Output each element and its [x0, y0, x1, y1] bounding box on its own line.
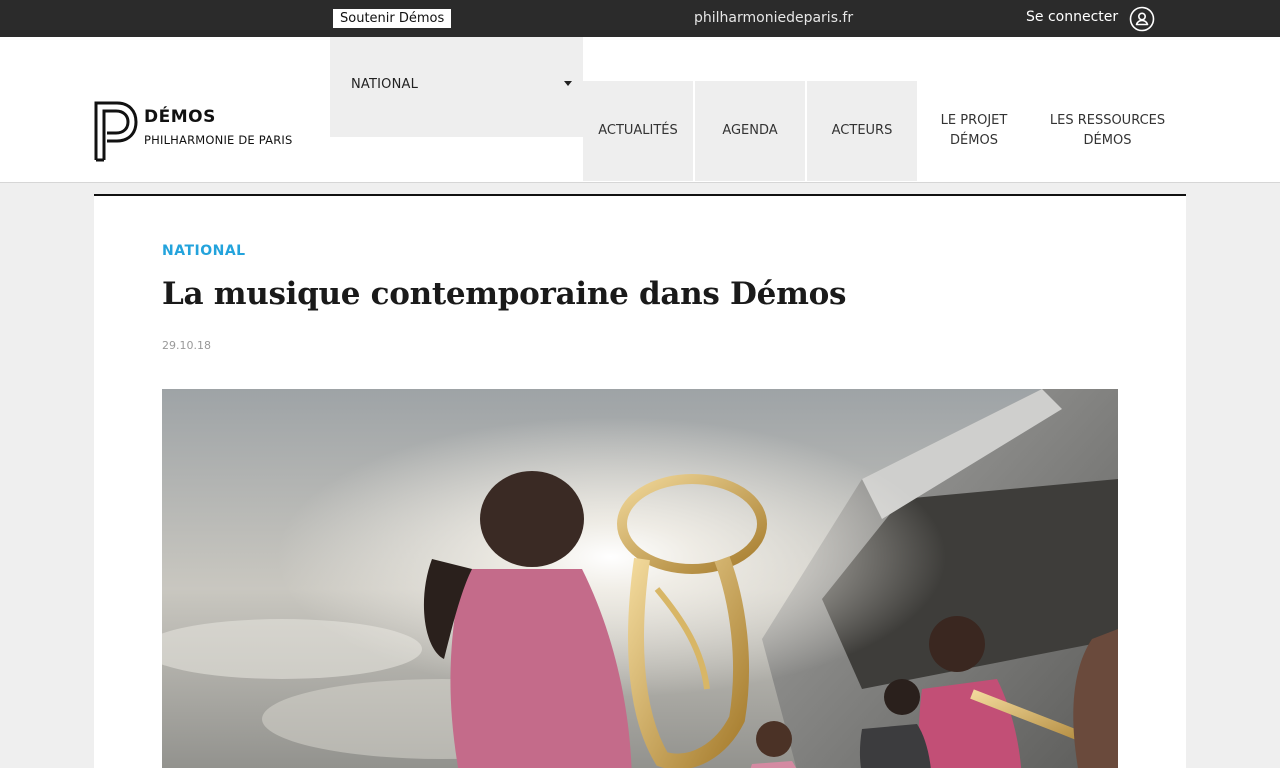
demos-logo[interactable]: DÉMOS PHILHARMONIE DE PARIS [93, 100, 313, 162]
support-demos-button[interactable]: Soutenir Démos [333, 9, 452, 28]
nav-item-label: LES RESSOURCES DÉMOS [1049, 113, 1166, 148]
article-hero-image [162, 389, 1118, 768]
nav-item-le-projet-demos[interactable]: LE PROJET DÉMOS [918, 81, 1030, 181]
nav-item-label: ACTEURS [831, 123, 893, 138]
region-selected-label: NATIONAL [351, 77, 419, 92]
article-title: La musique contemporaine dans Démos [162, 276, 847, 312]
philharmonie-site-link[interactable]: philharmoniedeparis.fr [694, 9, 853, 28]
caret-down-icon [564, 81, 572, 86]
nav-item-acteurs[interactable]: ACTEURS [807, 81, 917, 181]
philharmonie-p-logo-icon [94, 101, 138, 162]
login-link[interactable]: Se connecter [1026, 8, 1118, 27]
nav-item-label: LE PROJET DÉMOS [940, 113, 1008, 148]
article-category[interactable]: NATIONAL [162, 243, 246, 259]
nav-item-agenda[interactable]: AGENDA [695, 81, 805, 181]
nav-item-actualites[interactable]: ACTUALITÉS [583, 81, 693, 181]
top-bar: Soutenir Démos philharmoniedeparis.fr Se… [0, 0, 1280, 37]
region-dropdown[interactable]: NATIONAL [330, 37, 583, 137]
article-date: 29.10.18 [162, 339, 211, 352]
user-circle-icon[interactable] [1129, 6, 1155, 32]
nav-item-les-ressources-demos[interactable]: LES RESSOURCES DÉMOS [1040, 81, 1175, 181]
article-card: NATIONAL La musique contemporaine dans D… [94, 194, 1186, 768]
nav-item-label: AGENDA [722, 123, 778, 138]
nav-item-label: ACTUALITÉS [598, 123, 678, 138]
logo-subtitle: PHILHARMONIE DE PARIS [144, 133, 293, 147]
logo-title: DÉMOS [144, 107, 216, 127]
